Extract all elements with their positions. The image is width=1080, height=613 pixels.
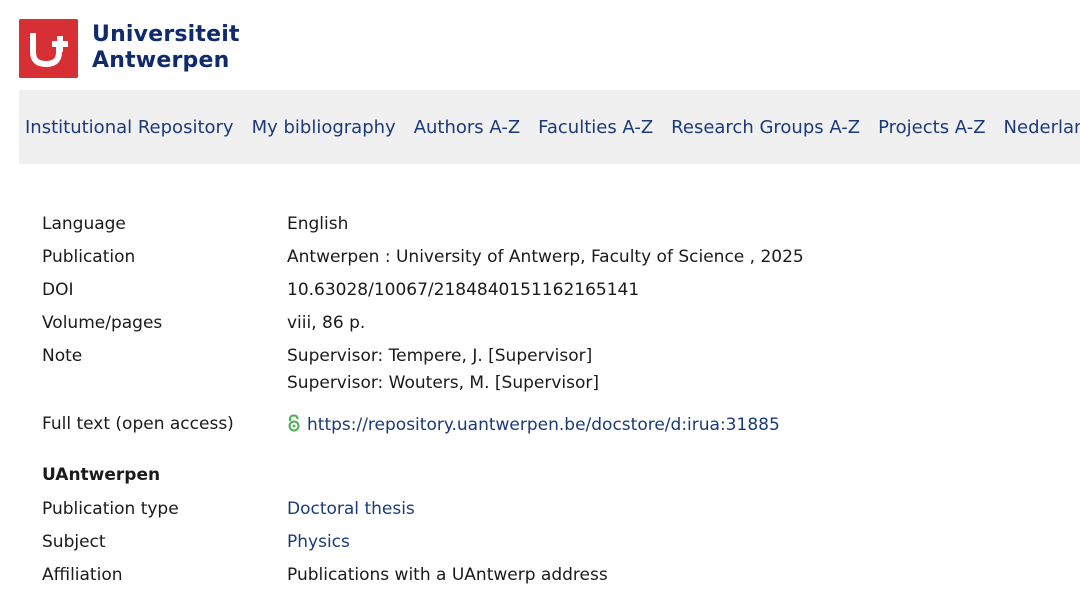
note-line: Supervisor: Wouters, M. [Supervisor] [287, 373, 600, 393]
language-value: English [287, 214, 349, 234]
wordmark-line-2: Antwerpen [92, 48, 230, 73]
volume-pages-label: Volume/pages [42, 313, 163, 333]
row-publication: Publication Antwerpen : University of An… [42, 241, 1042, 274]
note-label: Note [42, 346, 83, 366]
affiliation-label: Affiliation [42, 565, 123, 585]
subject-label: Subject [42, 532, 106, 552]
nav-item-institutional-repository[interactable]: Institutional Repository [19, 117, 240, 138]
publication-value: Antwerpen : University of Antwerp, Facul… [287, 247, 804, 267]
publication-type-label: Publication type [42, 499, 179, 519]
nav-item-language-switch[interactable]: Nederlands [998, 117, 1080, 138]
uantwerpen-section-heading: UAntwerpen [42, 465, 161, 485]
nav-item-authors-az[interactable]: Authors A-Z [408, 117, 526, 138]
university-wordmark[interactable]: Universiteit Antwerpen [92, 22, 240, 74]
site-header: Universiteit Antwerpen [19, 18, 240, 78]
subject-link[interactable]: Physics [287, 532, 350, 552]
row-doi: DOI 10.63028/10067/2184840151162165141 [42, 274, 1042, 307]
full-text-label: Full text (open access) [42, 414, 234, 434]
row-subject: Subject Physics [42, 526, 1042, 559]
nav-item-projects-az[interactable]: Projects A-Z [872, 117, 991, 138]
note-value: Supervisor: Tempere, J. [Supervisor] Sup… [287, 340, 1042, 400]
open-access-lock-icon [288, 414, 300, 432]
row-publication-type: Publication type Doctoral thesis [42, 493, 1042, 526]
record-details: Language English Publication Antwerpen :… [42, 208, 1042, 592]
nav-item-my-bibliography[interactable]: My bibliography [246, 117, 402, 138]
doi-label: DOI [42, 280, 74, 300]
affiliation-value: Publications with a UAntwerp address [287, 565, 608, 585]
main-nav: Institutional Repository My bibliography… [19, 90, 1080, 164]
wordmark-line-1: Universiteit [92, 22, 240, 47]
row-note: Note Supervisor: Tempere, J. [Supervisor… [42, 340, 1042, 400]
university-logo-icon[interactable] [19, 18, 78, 78]
volume-pages-value: viii, 86 p. [287, 313, 366, 333]
publication-type-link[interactable]: Doctoral thesis [287, 499, 415, 519]
full-text-link[interactable]: https://repository.uantwerpen.be/docstor… [307, 415, 780, 435]
language-label: Language [42, 214, 126, 234]
row-affiliation: Affiliation Publications with a UAntwerp… [42, 559, 1042, 592]
full-text-value: https://repository.uantwerpen.be/docstor… [287, 408, 1042, 435]
nav-item-faculties-az[interactable]: Faculties A-Z [532, 117, 659, 138]
publication-label: Publication [42, 247, 136, 267]
row-volume-pages: Volume/pages viii, 86 p. [42, 307, 1042, 340]
nav-item-research-groups-az[interactable]: Research Groups A-Z [665, 117, 866, 138]
doi-value: 10.63028/10067/2184840151162165141 [287, 280, 640, 300]
row-language: Language English [42, 208, 1042, 241]
row-full-text: Full text (open access) https://reposito… [42, 408, 1042, 441]
